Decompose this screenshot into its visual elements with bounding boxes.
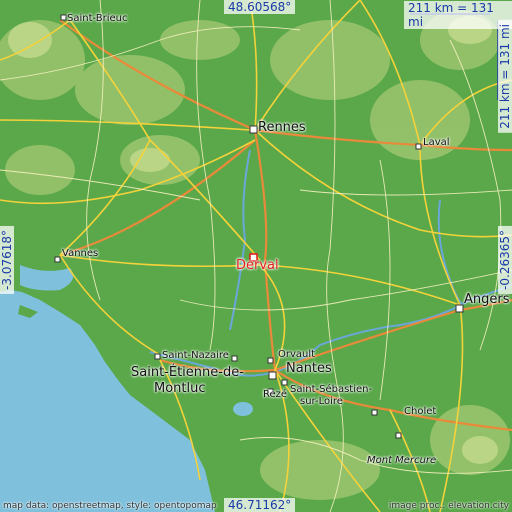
city-label-cholet[interactable]: Cholet: [404, 406, 436, 417]
credit-image-processing: image proc.: elevation.city: [388, 501, 509, 511]
city-label-laval[interactable]: Laval: [423, 137, 450, 148]
city-label-angers[interactable]: Angers: [464, 293, 510, 307]
coord-bottom: 46.71162°: [224, 498, 296, 512]
coord-top: 48.60568°: [224, 0, 296, 14]
city-label-rennes[interactable]: Rennes: [258, 121, 306, 135]
city-label-saint-etienne-line2[interactable]: Montluc: [154, 382, 206, 396]
coord-left: -3.07618°: [0, 226, 14, 294]
city-label-nantes[interactable]: Nantes: [286, 362, 332, 376]
city-label-saint-sebastien-line2[interactable]: sur-Loire: [300, 396, 343, 407]
scale-vertical: 211 km = 131 mi: [498, 20, 512, 133]
city-label-vannes[interactable]: Vannes: [62, 248, 98, 259]
city-label-saint-etienne-line1[interactable]: Saint-Étienne-de-: [131, 366, 244, 380]
scale-horizontal: 211 km = 131 mi: [404, 1, 512, 29]
lake: [233, 402, 253, 416]
city-label-mont-mercure[interactable]: Mont Mercure: [367, 455, 436, 466]
city-label-reze[interactable]: Rezé: [263, 389, 287, 400]
city-label-saint-sebastien-line1[interactable]: Saint-Sébastien-: [290, 384, 372, 395]
city-label-derval[interactable]: Derval: [236, 259, 279, 272]
city-label-saint-brieuc[interactable]: Saint-Brieuc: [67, 13, 128, 24]
coord-right: -0.26365°: [498, 226, 512, 294]
city-label-orvault[interactable]: Orvault: [278, 349, 315, 360]
credit-map-data: map data: openstreetmap, style: opentopo…: [3, 501, 217, 511]
city-label-saint-nazaire[interactable]: Saint-Nazaire: [162, 350, 229, 361]
map-view[interactable]: 48.60568° 46.71162° -3.07618° -0.26365° …: [0, 0, 512, 512]
